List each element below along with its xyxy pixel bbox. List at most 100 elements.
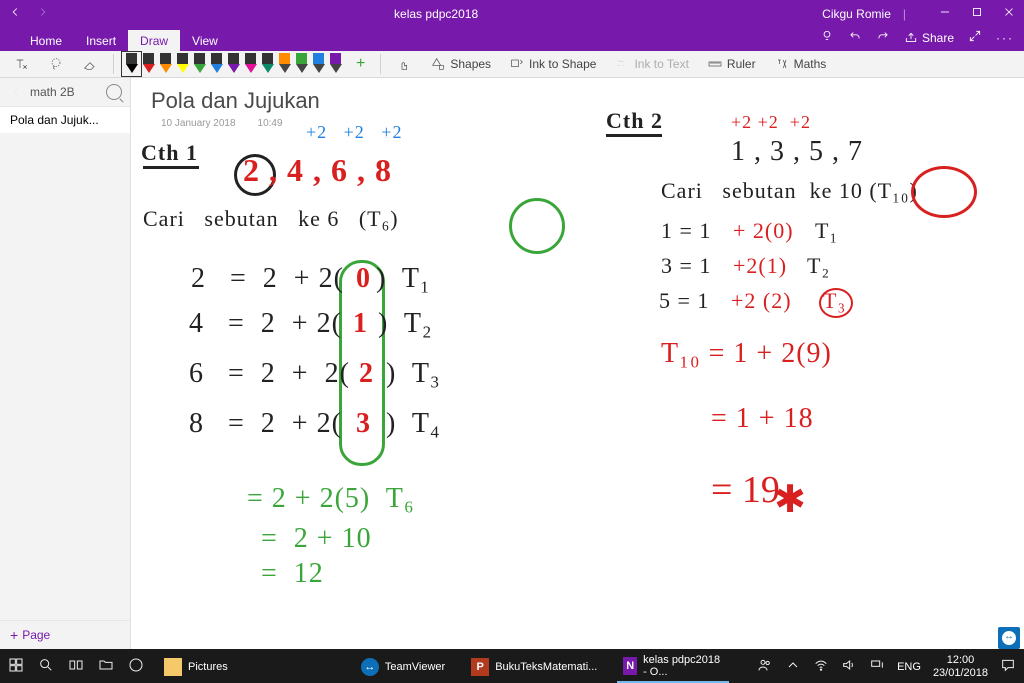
volume-icon[interactable]	[841, 657, 857, 676]
ink-ex2-diffs: +2 +2 +2	[731, 112, 811, 133]
section-header[interactable]: math 2B	[0, 78, 130, 106]
ink-ex1-answer1: = 2 + 2(5) T₆	[247, 483, 415, 515]
pencil-blue[interactable]	[310, 53, 327, 75]
share-button[interactable]: Share	[904, 31, 954, 45]
people-icon[interactable]	[757, 657, 773, 676]
forward-icon[interactable]	[36, 5, 50, 22]
sidebar: math 2B Pola dan Jujuk... + Page	[0, 78, 131, 649]
pen-orange[interactable]	[157, 53, 174, 75]
ink-row-b: + 2(0)	[733, 218, 794, 244]
action-center-icon[interactable]	[1000, 657, 1016, 676]
ink-underline	[143, 166, 199, 169]
ink-row: 2 = 2 + 2(	[191, 263, 344, 295]
ink-ex1-prompt: Cari sebutan ke 6 (T₆)	[143, 206, 399, 232]
ink-row-a: 5 = 1	[659, 288, 709, 314]
touch-drawing-button[interactable]	[390, 54, 418, 74]
pencil-orange[interactable]	[276, 53, 293, 75]
task-view-icon[interactable]	[68, 657, 84, 676]
ribbon-tabs: Home Insert Draw View Share ···	[0, 27, 1024, 51]
note-canvas[interactable]: Pola dan Jujukan 10 January 2018 10:49 C…	[131, 78, 1024, 649]
ink-row-c: T₂	[807, 253, 830, 279]
undo-icon[interactable]	[848, 29, 862, 46]
ink-ex1-header: Cth 1	[141, 140, 198, 166]
ink-row-mid: 1	[353, 308, 368, 340]
edge-icon[interactable]	[128, 657, 144, 676]
back-icon[interactable]	[8, 5, 22, 22]
pen-green[interactable]	[191, 53, 208, 75]
pencil-green[interactable]	[293, 53, 310, 75]
wifi-icon[interactable]	[813, 657, 829, 676]
add-page-button[interactable]: + Page	[0, 620, 130, 649]
page-meta: 10 January 2018 10:49	[161, 118, 283, 129]
pen-gallery[interactable]	[123, 53, 344, 75]
ink-row-mid: 0	[356, 263, 371, 295]
pen-teal[interactable]	[259, 53, 276, 75]
title-bar: kelas pdpc2018 Cikgu Romie |	[0, 0, 1024, 27]
tab-insert[interactable]: Insert	[74, 30, 128, 51]
language-indicator[interactable]: ENG	[897, 661, 921, 673]
tab-home[interactable]: Home	[18, 30, 74, 51]
ink-row-right: ) T₂	[378, 308, 433, 340]
search-icon[interactable]	[38, 657, 54, 676]
start-button[interactable]	[8, 657, 24, 676]
close-icon[interactable]	[1002, 5, 1016, 22]
clock[interactable]: 12:00 23/01/2018	[933, 654, 988, 678]
lightbulb-icon[interactable]	[820, 29, 834, 46]
redo-icon[interactable]	[876, 29, 890, 46]
ink-ex1-answer2: = 2 + 10	[261, 523, 372, 555]
pencil-purple[interactable]	[327, 53, 344, 75]
minimize-icon[interactable]	[938, 5, 952, 22]
pen-red[interactable]	[140, 53, 157, 75]
divider	[380, 54, 381, 74]
pen-blue[interactable]	[208, 53, 225, 75]
more-icon[interactable]: ···	[996, 31, 1014, 45]
ink-to-shape-button[interactable]: Ink to Shape	[503, 54, 602, 74]
ink-ex2-sequence: 1 , 3 , 5 , 7	[731, 136, 863, 168]
eraser-tool[interactable]	[76, 54, 104, 74]
lasso-tool[interactable]	[42, 54, 70, 74]
ink-ex1-answer3: = 12	[261, 558, 324, 590]
document-title: kelas pdpc2018	[50, 7, 822, 21]
page-title: Pola dan Jujukan	[151, 88, 320, 114]
pen-black[interactable]	[123, 53, 140, 75]
system-tray[interactable]: ENG 12:00 23/01/2018	[757, 654, 1016, 678]
ink-row-a: 3 = 1	[661, 253, 711, 279]
task-app-pictures[interactable]: Pictures	[158, 655, 234, 679]
connect-icon[interactable]	[869, 657, 885, 676]
user-name[interactable]: Cikgu Romie	[822, 7, 891, 21]
ink-row-c: T₁	[815, 218, 838, 244]
fullscreen-icon[interactable]	[968, 29, 982, 46]
ink-ex2-answer3: = 19✱	[711, 468, 780, 512]
highlighter-yellow[interactable]	[174, 53, 191, 75]
shapes-button[interactable]: Shapes	[424, 54, 497, 74]
divider	[113, 54, 114, 74]
ink-row: 4 = 2 + 2(	[189, 308, 342, 340]
search-icon[interactable]	[106, 84, 122, 100]
ink-row-c: T₃	[823, 288, 846, 314]
tab-view[interactable]: View	[180, 30, 230, 51]
file-explorer-icon[interactable]	[98, 657, 114, 676]
teamviewer-badge[interactable]	[998, 627, 1020, 649]
pen-purple[interactable]	[225, 53, 242, 75]
page-item[interactable]: Pola dan Jujuk...	[0, 106, 130, 133]
maximize-icon[interactable]	[970, 5, 984, 22]
ruler-button[interactable]: Ruler	[701, 54, 762, 74]
maths-button[interactable]: Maths	[768, 54, 833, 74]
ink-row: 6 = 2 + 2(	[189, 358, 350, 390]
task-app-teamviewer[interactable]: ↔TeamViewer	[355, 655, 451, 679]
add-pen-button[interactable]: +	[350, 53, 371, 75]
ink-row-b: +2 (2)	[731, 288, 792, 314]
ink-row-right: ) T₁	[376, 263, 431, 295]
taskbar: Pictures ↔TeamViewer PBukuTeksMatemati..…	[0, 649, 1024, 683]
ink-row: 8 = 2 + 2(	[189, 408, 342, 440]
ink-row-a: 1 = 1	[661, 218, 711, 244]
tab-draw[interactable]: Draw	[128, 30, 180, 51]
ink-circle-t6	[509, 198, 565, 254]
ink-ex2-prompt: Cari sebutan ke 10 (T₁₀)	[661, 178, 918, 204]
ink-ex2-answer2: = 1 + 18	[711, 403, 814, 435]
task-app-pdf[interactable]: PBukuTeksMatemati...	[465, 655, 603, 679]
task-app-onenote[interactable]: Nkelas pdpc2018 - O...	[617, 651, 729, 683]
tray-chevron-up-icon[interactable]	[785, 657, 801, 676]
text-tool[interactable]	[8, 54, 36, 74]
pen-pink[interactable]	[242, 53, 259, 75]
